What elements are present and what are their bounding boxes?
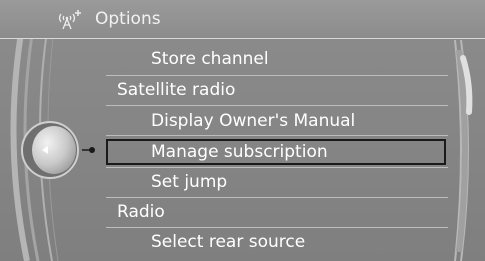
menu-item-store-channel[interactable]: Store channel [151,48,269,70]
satellite-radio-icon [58,10,81,30]
menu-item-manage-subscription[interactable]: Manage subscription [151,141,328,163]
menu-item-set-jump[interactable]: Set jump [151,171,227,193]
menu-item-radio[interactable]: Radio [117,201,165,223]
scrollbar[interactable] [451,40,481,261]
options-screen: Options Store channel Satellite radio Di… [0,0,485,261]
menu-item-display-owners-manual[interactable]: Display Owner's Manual [151,110,355,132]
header-bar: Options [0,0,485,39]
divider [106,167,448,168]
divider [106,75,448,76]
menu-item-select-rear-source[interactable]: Select rear source [151,231,305,253]
divider [106,227,448,228]
divider [106,105,448,106]
divider [106,135,448,136]
left-arrow-icon [42,146,48,154]
menu-item-satellite-radio[interactable]: Satellite radio [117,79,235,101]
controller-knob[interactable] [20,120,96,180]
divider [106,197,448,198]
page-title: Options [95,9,161,29]
